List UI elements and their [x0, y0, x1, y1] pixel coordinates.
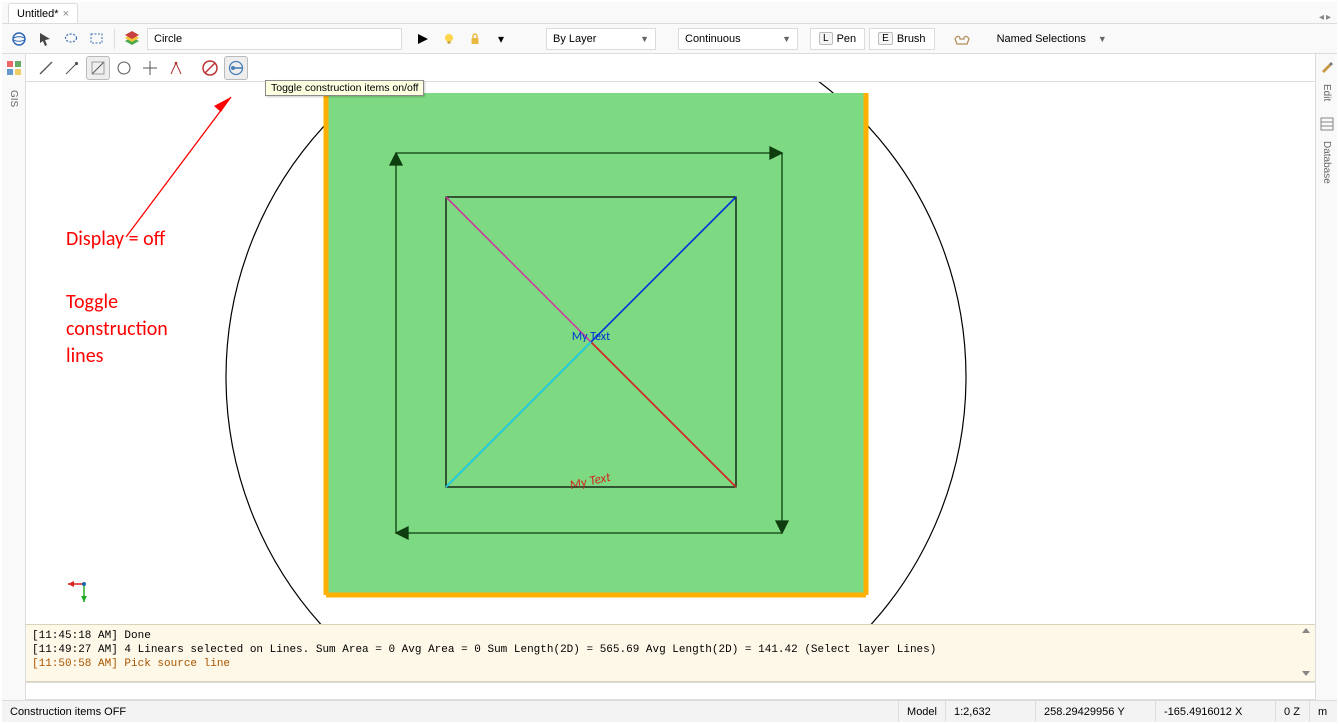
left-sidebar: GIS	[2, 54, 26, 700]
snap-endpoint-icon[interactable]	[34, 56, 58, 80]
box-select-icon[interactable]	[86, 28, 108, 50]
status-model[interactable]: Model	[898, 701, 945, 722]
annotation-lines: lines	[66, 344, 103, 368]
log-scrollbar[interactable]	[1299, 627, 1313, 679]
named-selections-dropdown[interactable]: Named Selections ▼	[991, 28, 1121, 50]
clear-snaps-icon[interactable]	[198, 56, 222, 80]
annotation-arrow	[126, 97, 231, 237]
command-input[interactable]	[26, 682, 1315, 700]
log-line: [11:45:18 AM] Done	[32, 629, 1309, 643]
right-sidebar: Edit Database	[1315, 54, 1337, 700]
annotation-toggle: Toggle	[66, 290, 118, 314]
pointer-tool-icon[interactable]	[34, 28, 56, 50]
object-type-value: Circle	[154, 33, 182, 45]
snap-point-icon[interactable]	[60, 56, 84, 80]
linestyle-value: Continuous	[685, 33, 741, 45]
log-line: [11:50:58 AM] Pick source line	[32, 657, 1309, 671]
snap-nearest-icon[interactable]	[164, 56, 188, 80]
color-by-select[interactable]: By Layer ▼	[546, 28, 656, 50]
linestyle-select[interactable]: Continuous ▼	[678, 28, 798, 50]
orbit-tool-icon[interactable]	[8, 28, 30, 50]
green-rect	[326, 93, 866, 595]
gis-panel-icon[interactable]	[4, 58, 24, 78]
snap-perpendicular-icon[interactable]	[86, 56, 110, 80]
status-scale[interactable]: 1:2,632	[945, 701, 1035, 722]
gis-panel-label[interactable]: GIS	[8, 90, 19, 107]
annotation-display-off: Display = off	[66, 227, 165, 251]
snap-toolbar: Toggle construction items on/off	[26, 54, 1315, 82]
main-toolbar: Circle ▾ By Layer ▼ Continuous ▼ L Pen E	[2, 24, 1337, 54]
document-tab[interactable]: Untitled* ×	[8, 3, 78, 23]
tooltip: Toggle construction items on/off	[265, 80, 424, 96]
log-line: [11:49:27 AM] 4 Linears selected on Line…	[32, 643, 1309, 657]
lightbulb-icon[interactable]	[438, 28, 460, 50]
flag-mono-icon[interactable]	[412, 28, 434, 50]
status-coord-x: -165.4916012 X	[1155, 701, 1275, 722]
lock-icon[interactable]	[464, 28, 486, 50]
hand-tool-icon[interactable]	[951, 28, 973, 50]
database-panel-label[interactable]: Database	[1321, 141, 1332, 184]
layer-stack-icon[interactable]	[121, 28, 143, 50]
axis-gizmo	[66, 566, 106, 606]
snap-tangent-icon[interactable]	[112, 56, 136, 80]
toggle-construction-icon[interactable]	[224, 56, 248, 80]
document-tab-title: Untitled*	[17, 8, 59, 20]
close-tab-icon[interactable]: ×	[63, 8, 69, 20]
brush-button[interactable]: E Brush	[869, 28, 934, 50]
tab-prev-icon[interactable]: ◂	[1319, 12, 1324, 23]
tab-next-icon[interactable]: ▸	[1326, 12, 1331, 23]
log-panel: [11:45:18 AM] Done [11:49:27 AM] 4 Linea…	[26, 624, 1315, 682]
object-type-field[interactable]: Circle	[147, 28, 402, 50]
named-selections-label: Named Selections	[997, 33, 1086, 45]
status-bar: Construction items OFF Model 1:2,632 258…	[2, 700, 1337, 722]
status-message: Construction items OFF	[2, 701, 898, 722]
lasso-select-icon[interactable]	[60, 28, 82, 50]
edit-panel-label[interactable]: Edit	[1321, 84, 1332, 101]
annotation-construction: construction	[66, 317, 168, 341]
canvas-text-center: My Text	[572, 330, 610, 344]
status-coord-y: 258.29429956 Y	[1035, 701, 1155, 722]
status-units: m	[1309, 701, 1337, 722]
pen-button[interactable]: L Pen	[810, 28, 865, 50]
drawing-canvas[interactable]: My Text My Text Display = off Toggle con…	[26, 82, 1315, 624]
toolbar-dropdown-icon[interactable]: ▾	[490, 28, 512, 50]
color-by-value: By Layer	[553, 33, 596, 45]
snap-center-icon[interactable]	[138, 56, 162, 80]
document-tabstrip: Untitled* × ◂ ▸	[2, 2, 1337, 24]
edit-panel-icon[interactable]	[1318, 58, 1336, 76]
database-panel-icon[interactable]	[1318, 115, 1336, 133]
status-coord-z: 0 Z	[1275, 701, 1309, 722]
